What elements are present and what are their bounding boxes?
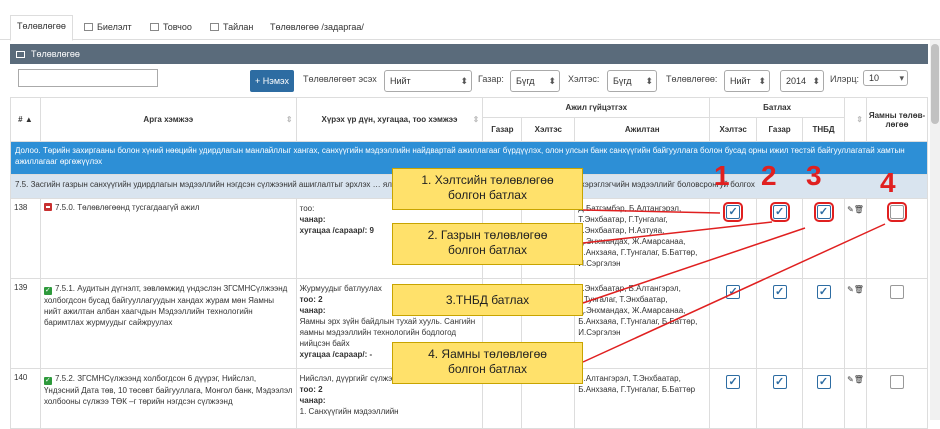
callout-4-line1: 4. Яамны төлөвлөгөө	[428, 347, 547, 361]
callout-2: 2. Газрын төлөвлөгөө болгон батлах	[392, 223, 583, 265]
callout-1-line1: 1. Хэлтсийн төлөвлөгөө	[421, 173, 554, 187]
callout-2-line1: 2. Газрын төлөвлөгөө	[427, 228, 548, 242]
callout-4-line2: болгон батлах	[448, 362, 527, 376]
marker-2: 2	[761, 160, 777, 191]
callout-4: 4. Яамны төлөвлөгөө болгон батлах	[392, 342, 583, 384]
marker-4: 4	[880, 167, 896, 198]
callout-1: 1. Хэлтсийн төлөвлөгөө болгон батлах	[392, 168, 583, 210]
callout-2-line2: болгон батлах	[448, 243, 527, 257]
arrow-4	[582, 223, 886, 363]
callout-3: 3.ТНБД батлах	[392, 284, 583, 316]
callout-1-line2: болгон батлах	[448, 188, 527, 202]
callout-3-line1: 3.ТНБД батлах	[445, 293, 530, 307]
marker-3: 3	[806, 160, 822, 191]
arrow-1	[582, 209, 721, 214]
marker-1: 1	[714, 160, 730, 191]
scrollbar-thumb[interactable]	[931, 44, 939, 124]
arrow-2	[582, 221, 773, 244]
